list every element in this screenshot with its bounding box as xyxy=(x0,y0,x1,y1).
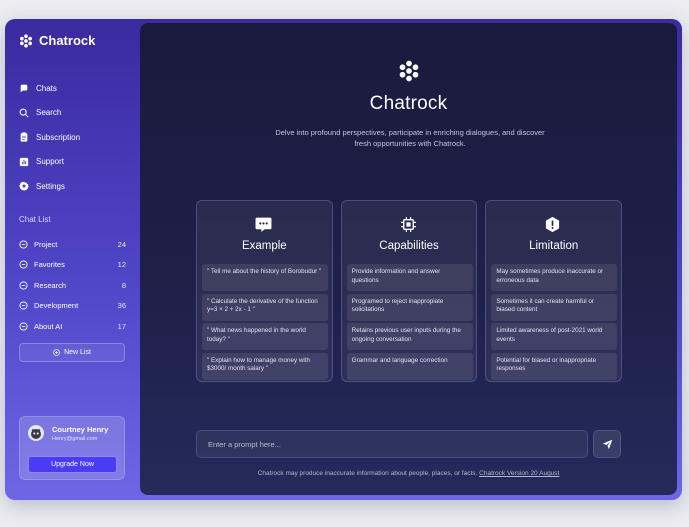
list-item-label: Research xyxy=(34,280,67,290)
card-rows: Provide information and answer questions… xyxy=(346,264,473,382)
logo-icon xyxy=(20,33,32,48)
list-item-count: 36 xyxy=(117,301,126,311)
nav-item-search[interactable]: Search xyxy=(19,101,129,126)
chat-list-item-favorites[interactable]: Favorites 12 xyxy=(19,255,126,276)
chat-list-item-development[interactable]: Development 36 xyxy=(19,296,126,317)
new-list-button[interactable]: New List xyxy=(19,343,125,362)
list-item-label: Project xyxy=(34,239,58,249)
send-icon xyxy=(602,439,612,449)
nav-item-label: Settings xyxy=(36,181,65,191)
capability-item: Grammar and language correction xyxy=(346,352,473,380)
page-title: Chatrock xyxy=(369,93,448,114)
upgrade-button[interactable]: Upgrade Now xyxy=(28,456,117,473)
warning-icon xyxy=(546,216,560,233)
sidebar: Chatrock Chats Search Subscription Suppo… xyxy=(5,19,140,500)
logo-icon xyxy=(399,60,419,82)
chat-list-title: Chat List xyxy=(19,215,51,224)
card-title: Example xyxy=(241,240,287,252)
chat-bubble-icon xyxy=(19,281,28,290)
card-limitation: Limitation May sometimes produce inaccur… xyxy=(485,200,623,382)
chat-list-item-about-ai[interactable]: About AI 17 xyxy=(19,316,126,337)
nav-item-subscription[interactable]: Subscription xyxy=(19,125,129,150)
nav-item-support[interactable]: Support xyxy=(19,150,129,175)
example-prompt[interactable]: " Explain how to manage money with $3000… xyxy=(202,352,328,380)
list-item-label: About AI xyxy=(34,321,63,331)
chat-list-item-project[interactable]: Project 24 xyxy=(19,234,126,255)
gear-icon xyxy=(19,181,29,192)
prompt-input[interactable]: Enter a prompt here... xyxy=(196,430,588,458)
chat-bubble-icon xyxy=(19,301,28,310)
nav-item-label: Chats xyxy=(36,83,57,93)
nav-item-label: Subscription xyxy=(36,132,81,142)
app-window: Chatrock Chats Search Subscription Suppo… xyxy=(5,19,682,500)
chat-bubble-icon xyxy=(19,260,28,269)
plus-circle-icon xyxy=(53,349,60,356)
limitation-item: Limited awareness of post-2021 world eve… xyxy=(491,323,618,350)
chat-list-item-research[interactable]: Research 8 xyxy=(19,275,126,296)
page-subtitle: Delve into profound perspectives, partic… xyxy=(275,128,545,148)
example-prompt[interactable]: " What news happened in the world today?… xyxy=(202,323,328,350)
brand[interactable]: Chatrock xyxy=(19,33,95,48)
limitation-item: Potential for biased or inappropriate re… xyxy=(491,352,618,380)
avatar[interactable] xyxy=(28,425,44,441)
card-rows: " Tell me about the history of Borobudur… xyxy=(202,264,328,382)
new-list-label: New List xyxy=(64,349,91,356)
card-title: Limitation xyxy=(529,240,579,252)
list-item-count: 24 xyxy=(117,239,126,249)
chat-bubble-icon xyxy=(19,240,28,249)
main-panel: Chatrock Delve into profound perspective… xyxy=(140,23,677,495)
list-item-label: Development xyxy=(34,301,79,311)
list-item-count: 12 xyxy=(117,260,126,270)
nav-item-label: Search xyxy=(36,108,62,118)
limitation-item: May sometimes produce inaccurate or erro… xyxy=(491,264,618,291)
avatar-face-icon xyxy=(31,428,41,439)
profile-card: Courtney Henry Henry@gmail.com Upgrade N… xyxy=(19,416,125,480)
chat-bubble-icon xyxy=(19,322,28,331)
example-prompt[interactable]: " Tell me about the history of Borobudur… xyxy=(202,264,328,291)
profile-email: Henry@gmail.com xyxy=(52,436,98,442)
footer-disclaimer: Chatrock may produce inaccurate informat… xyxy=(140,470,677,477)
capability-item: Provide information and answer questions xyxy=(346,264,473,291)
capability-item: Programed to reject inappropiate solicit… xyxy=(346,293,473,321)
search-icon xyxy=(19,108,29,118)
feature-cards: Example " Tell me about the history of B… xyxy=(196,200,623,382)
send-button[interactable] xyxy=(593,430,621,458)
speech-bubble-icon xyxy=(255,217,272,232)
card-title: Capabilities xyxy=(379,240,439,252)
profile-name: Courtney Henry xyxy=(52,425,109,434)
chat-icon xyxy=(20,84,28,93)
list-item-count: 8 xyxy=(121,280,126,290)
card-rows: May sometimes produce inaccurate or erro… xyxy=(491,264,618,382)
card-capabilities: Capabilities Provide information and ans… xyxy=(340,200,478,382)
footer-text: Chatrock may produce inaccurate informat… xyxy=(257,470,478,477)
version-link[interactable]: Chatrock Version 20 August xyxy=(479,470,559,477)
limitation-item: Sometimes it can create harmful or biase… xyxy=(491,293,618,321)
nav-item-chats[interactable]: Chats xyxy=(19,76,129,101)
chart-icon xyxy=(19,157,29,166)
chat-list: Project 24 Favorites 12 Research 8 Devel… xyxy=(19,234,126,337)
list-item-count: 17 xyxy=(117,321,126,331)
nav-item-settings[interactable]: Settings xyxy=(19,174,129,199)
list-item-label: Favorites xyxy=(34,260,65,270)
example-prompt[interactable]: " Calculate the derivative of the functi… xyxy=(202,293,328,321)
card-example: Example " Tell me about the history of B… xyxy=(196,200,333,382)
nav-item-label: Support xyxy=(36,157,65,167)
sidebar-nav: Chats Search Subscription Support Settin… xyxy=(19,76,129,199)
clipboard-icon xyxy=(20,132,28,142)
chip-icon xyxy=(400,217,416,232)
brand-name: Chatrock xyxy=(39,33,96,48)
capability-item: Retains previous user inputs during the … xyxy=(346,323,473,350)
